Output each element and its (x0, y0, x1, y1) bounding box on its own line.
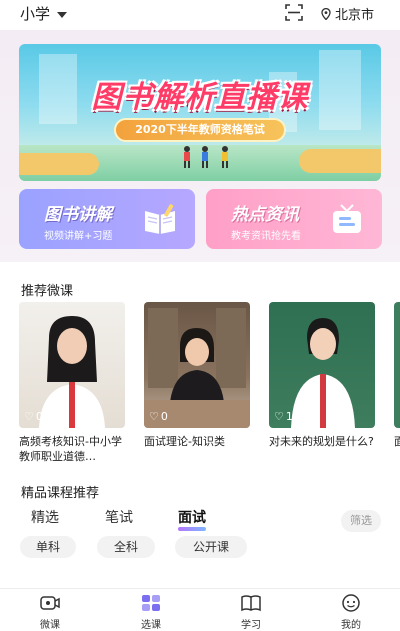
nav-label: 选课 (141, 620, 161, 631)
bottom-nav: 微课 选课 学习 我的 (0, 588, 400, 631)
video-thumbnail: ♡ 0 (19, 302, 125, 428)
tab-interview[interactable]: 面试 (178, 507, 206, 531)
book-icon (241, 595, 261, 612)
profile-face-icon (342, 594, 360, 612)
tab-label: 面试 (178, 510, 206, 526)
video-title: 高频考核知识-中小学教师职业道德… (19, 435, 122, 463)
location-selector[interactable]: 北京市 (321, 4, 374, 23)
heart-icon: ♡ (274, 410, 284, 423)
nav-micro-lessons[interactable]: 微课 (20, 589, 80, 631)
book-explain-subtitle: 视频讲解+习题 (44, 231, 113, 242)
nav-course-select[interactable]: 选课 (121, 589, 181, 631)
grade-label: 小学 (20, 5, 51, 23)
location-pin-icon (321, 7, 331, 20)
video-card[interactable]: ♡ 0 面试理论-知识类 (144, 302, 250, 464)
tab-selected-picks[interactable]: 精选 (31, 507, 59, 527)
book-explain-card[interactable]: 图书讲解 视频讲解+习题 (19, 189, 195, 249)
caret-down-icon (57, 11, 68, 18)
news-tv-icon (333, 204, 361, 233)
hot-news-card[interactable]: 热点资讯 教考资讯抢先看 (206, 189, 382, 249)
grade-selector[interactable]: 小学 (20, 3, 68, 24)
banner-subtitle: 2020下半年教师资格笔试 (114, 118, 286, 142)
video-title: 面试理论-知识类 (144, 435, 225, 448)
nav-label: 微课 (40, 620, 60, 631)
course-select-icon (142, 595, 160, 611)
video-camera-icon (40, 596, 60, 610)
like-count-value: 0 (35, 410, 43, 423)
video-card[interactable]: ♡ 1 对未来的规划是什么? (269, 302, 375, 464)
course-tabs: 精选 笔试 面试 (0, 507, 400, 531)
tab-written-exam[interactable]: 笔试 (105, 507, 133, 527)
nav-profile[interactable]: 我的 (321, 589, 381, 631)
scan-icon[interactable] (285, 4, 303, 21)
running-kids-illustration (184, 146, 228, 168)
video-title: 面 (394, 435, 400, 448)
like-count: ♡ 0 (149, 410, 168, 423)
top-bar: 小学 北京市 (0, 0, 400, 28)
like-count: ♡ 1 (274, 410, 293, 423)
heart-icon: ♡ (149, 410, 159, 423)
filter-button[interactable]: 筛选 (341, 510, 381, 532)
nav-label: 学习 (241, 620, 261, 631)
hero-area: 图书解析直播课 2020下半年教师资格笔试 图书讲解 视频讲解+习题 热点资讯 … (0, 30, 400, 262)
video-card[interactable]: 面 (394, 302, 400, 464)
banner-cloud (19, 153, 99, 175)
micro-section-title: 推荐微课 (21, 284, 74, 299)
nav-label: 我的 (341, 620, 361, 631)
heart-icon: ♡ (24, 410, 34, 423)
city-label: 北京市 (335, 8, 375, 23)
banner-title: 图书解析直播课 (91, 80, 309, 115)
hot-news-subtitle: 教考资讯抢先看 (231, 231, 301, 242)
courses-section-title: 精品课程推荐 (21, 486, 100, 501)
video-card[interactable]: ♡ 0 高频考核知识-中小学教师职业道德… (19, 302, 125, 464)
active-tab-indicator (178, 527, 206, 531)
book-explain-title: 图书讲解 (44, 205, 112, 225)
chip-open-class[interactable]: 公开课 (175, 536, 247, 558)
video-title: 对未来的规划是什么? (269, 435, 374, 448)
like-count-value: 0 (160, 410, 168, 423)
video-thumbnail: ♡ 0 (144, 302, 250, 428)
tab-label: 笔试 (105, 510, 133, 526)
promo-banner[interactable]: 图书解析直播课 2020下半年教师资格笔试 (19, 44, 381, 181)
chip-single-subject[interactable]: 单科 (20, 536, 76, 558)
banner-cloud (299, 149, 381, 173)
open-book-icon (145, 204, 175, 234)
video-thumbnail: ♡ 1 (269, 302, 375, 428)
like-count: ♡ 0 (24, 410, 43, 423)
chip-all-subjects[interactable]: 全科 (97, 536, 155, 558)
tab-label: 精选 (31, 510, 59, 526)
like-count-value: 1 (285, 410, 293, 423)
video-thumbnail (394, 302, 400, 428)
hot-news-title: 热点资讯 (231, 205, 299, 225)
nav-study[interactable]: 学习 (221, 589, 281, 631)
micro-video-list: ♡ 0 高频考核知识-中小学教师职业道德… ♡ 0 面试理论-知识类 ♡ 1 对… (19, 302, 400, 472)
